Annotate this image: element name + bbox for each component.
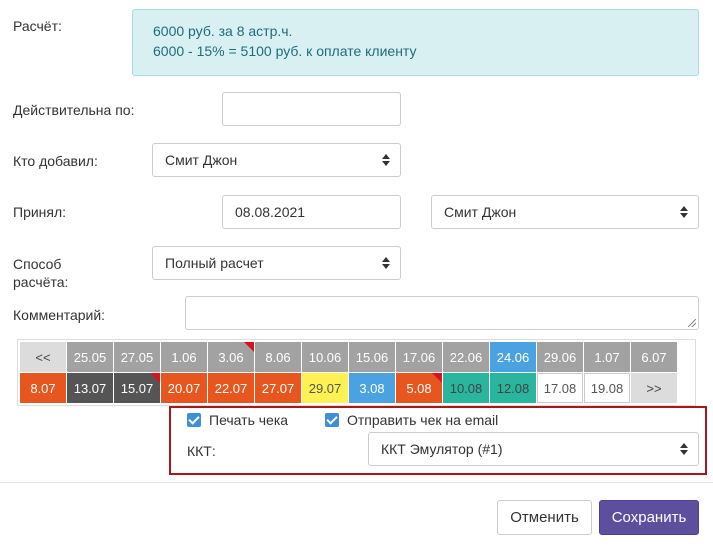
calendar-date-cell[interactable]: 5.08 <box>396 373 442 403</box>
corner-flag-icon <box>150 373 160 383</box>
select-arrows-icon <box>680 441 688 457</box>
select-arrows-icon <box>382 152 390 168</box>
kkt-value: ККТ Эмулятор (#1) <box>381 441 503 457</box>
payment-method-label-line2: расчёта: <box>13 274 69 290</box>
calendar-next-button[interactable]: >> <box>631 373 677 403</box>
calendar-date-cell[interactable]: 22.07 <box>208 373 254 403</box>
added-by-label: Кто добавил: <box>13 153 98 169</box>
calendar-date-cell[interactable]: 15.06 <box>349 342 395 372</box>
accepted-date-input[interactable]: 08.08.2021 <box>222 195 401 229</box>
added-by-select[interactable]: Смит Джон <box>152 143 401 177</box>
payment-method-label: Способ расчёта: <box>13 255 68 291</box>
calendar-date-cell[interactable]: 19.08 <box>584 373 630 403</box>
accepted-person-value: Смит Джон <box>444 204 517 220</box>
calendar-date-cell[interactable]: 29.07 <box>302 373 348 403</box>
calendar-date-cell[interactable]: 29.06 <box>537 342 583 372</box>
valid-until-input[interactable] <box>222 92 401 126</box>
email-receipt-label: Отправить чек на email <box>347 412 499 428</box>
calendar-date-cell[interactable]: 10.06 <box>302 342 348 372</box>
calendar-date-cell[interactable]: 17.08 <box>537 373 583 403</box>
calendar-date-cell[interactable]: 27.05 <box>114 342 160 372</box>
print-receipt-label: Печать чека <box>209 412 289 428</box>
calendar-date-cell[interactable]: 8.06 <box>255 342 301 372</box>
calendar-date-cell[interactable]: 25.05 <box>67 342 113 372</box>
calendar-prev-button[interactable]: << <box>20 342 66 372</box>
email-receipt-checkbox[interactable] <box>325 413 339 427</box>
payment-method-value: Полный расчет <box>165 255 264 271</box>
corner-flag-icon <box>244 342 254 352</box>
select-arrows-icon <box>382 255 390 271</box>
payment-info-line2: 6000 - 15% = 5100 руб. к оплате клиенту <box>153 43 417 59</box>
valid-until-label: Действительна по: <box>13 102 135 118</box>
calendar-date-cell[interactable]: 27.07 <box>255 373 301 403</box>
calendar-date-cell[interactable]: 22.06 <box>443 342 489 372</box>
calendar-grid: << 25.05 27.05 1.06 3.06 8.06 10.06 15.06 17.06 2… <box>20 342 693 403</box>
calendar-date-cell[interactable]: 13.07 <box>67 373 113 403</box>
accepted-person-select[interactable]: Смит Джон <box>431 195 699 229</box>
calendar-date-cell[interactable]: 3.06 <box>208 342 254 372</box>
accepted-label: Принял: <box>13 204 67 220</box>
calendar-date-cell[interactable]: 20.07 <box>161 373 207 403</box>
payment-method-select[interactable]: Полный расчет <box>152 246 401 280</box>
calendar-date-cell[interactable]: 24.06 <box>490 342 536 372</box>
print-receipt-checkbox[interactable] <box>187 413 201 427</box>
cancel-button[interactable]: Отменить <box>497 500 592 535</box>
calendar-date-cell[interactable]: 6.07 <box>631 342 677 372</box>
save-button[interactable]: Сохранить <box>599 500 699 535</box>
payment-info-box: 6000 руб. за 8 астр.ч. 6000 - 15% = 5100… <box>132 9 699 76</box>
kkt-label: ККТ: <box>187 443 216 459</box>
lesson-calendar: << 25.05 27.05 1.06 3.06 8.06 10.06 15.06 17.06 2… <box>17 339 696 406</box>
calendar-date-cell[interactable]: 1.07 <box>584 342 630 372</box>
calendar-date-cell[interactable]: 3.08 <box>349 373 395 403</box>
comment-textarea[interactable] <box>185 296 699 330</box>
calendar-date-cell[interactable]: 15.07 <box>114 373 160 403</box>
corner-flag-icon <box>432 373 442 383</box>
receipt-options-box: Печать чека Отправить чек на email ККТ: … <box>169 406 707 475</box>
calendar-date-cell[interactable]: 17.06 <box>396 342 442 372</box>
payment-info-line1: 6000 руб. за 8 астр.ч. <box>153 23 293 39</box>
select-arrows-icon <box>680 204 688 220</box>
comment-label: Комментарий: <box>13 307 106 323</box>
calendar-date-cell[interactable]: 1.06 <box>161 342 207 372</box>
calendar-date-cell[interactable]: 12.08 <box>490 373 536 403</box>
resize-grip-icon[interactable] <box>688 319 696 327</box>
footer-divider <box>0 482 713 483</box>
calendar-date-cell[interactable]: 8.07 <box>20 373 66 403</box>
added-by-value: Смит Джон <box>165 152 238 168</box>
calendar-date-cell[interactable]: 10.08 <box>443 373 489 403</box>
payment-method-label-line1: Способ <box>13 256 62 272</box>
payment-label: Расчёт: <box>13 18 62 34</box>
kkt-select[interactable]: ККТ Эмулятор (#1) <box>368 432 699 466</box>
